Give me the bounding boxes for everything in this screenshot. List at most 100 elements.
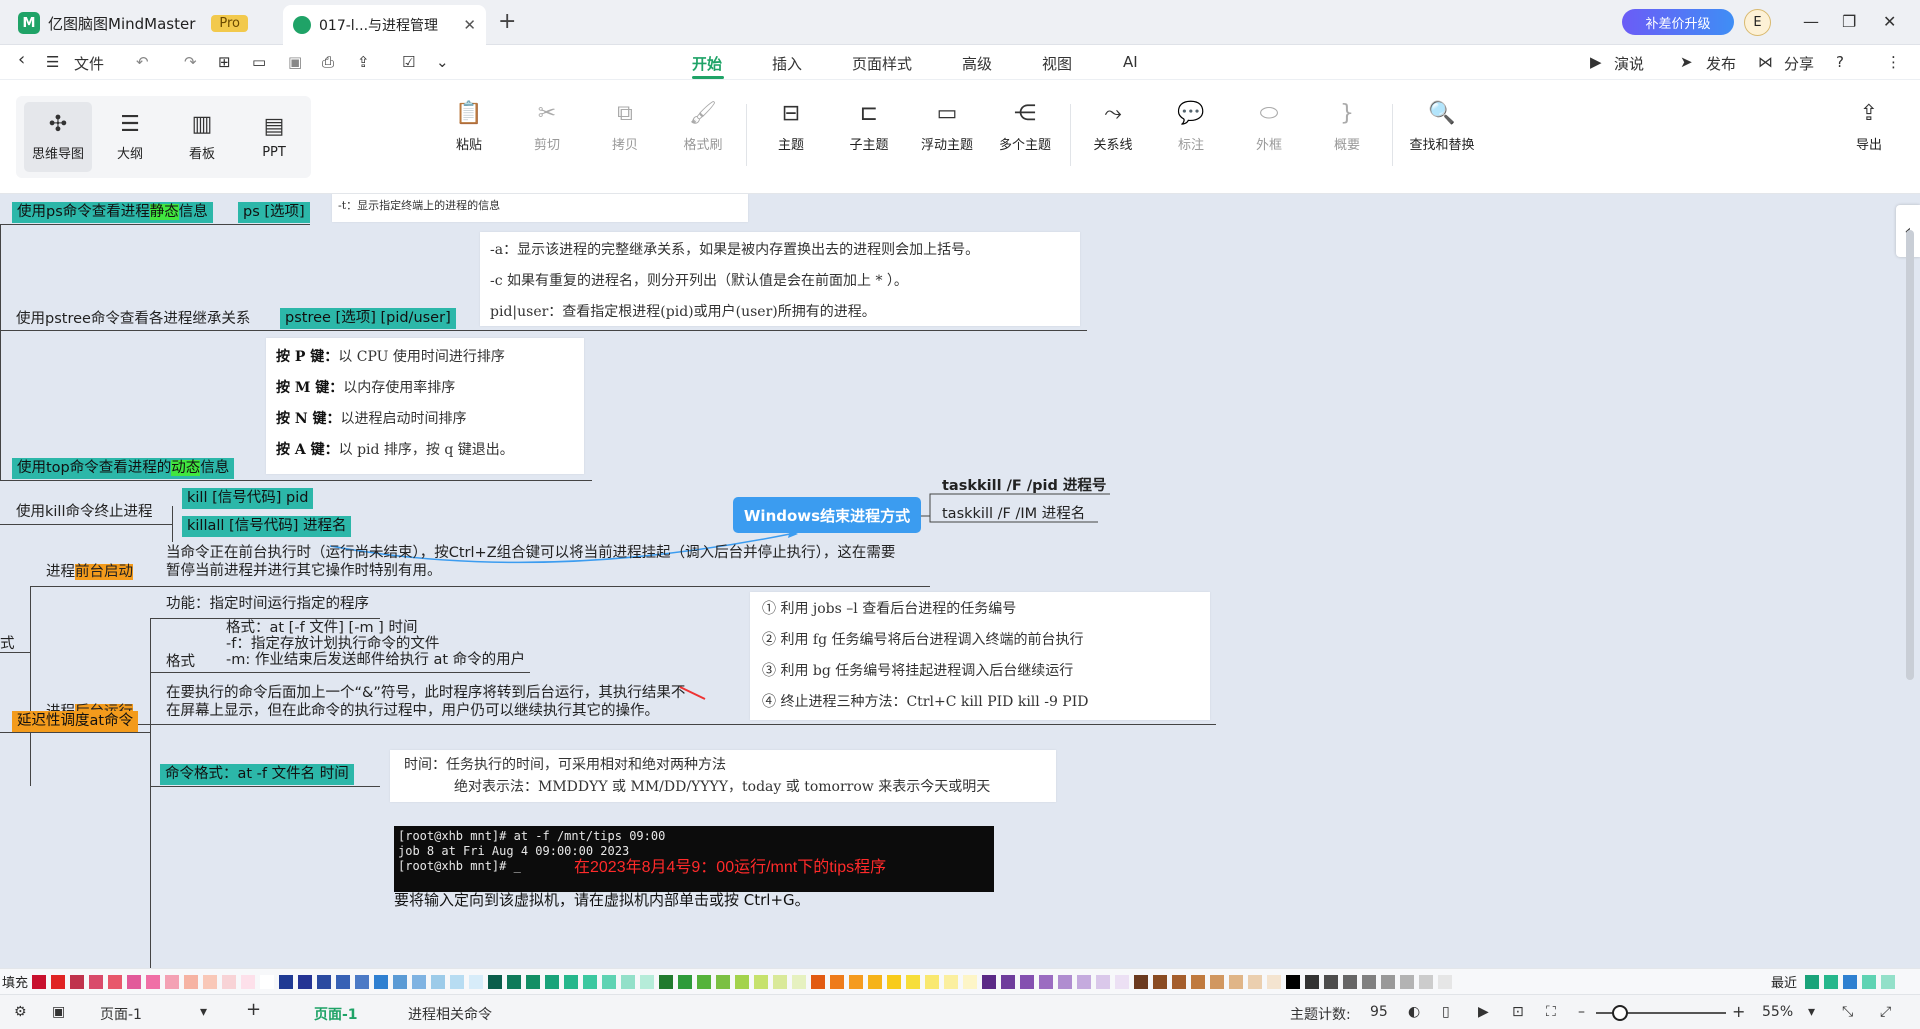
- boundary-button[interactable]: ⬭ 外框: [1224, 102, 1314, 154]
- color-swatch[interactable]: [678, 974, 693, 989]
- color-swatch[interactable]: [849, 974, 864, 989]
- more-menu-icon[interactable]: ⋮: [1886, 53, 1901, 71]
- new-tab-button[interactable]: +: [498, 9, 516, 34]
- color-swatch[interactable]: [1229, 974, 1244, 989]
- zoom-out-button[interactable]: –: [1578, 1004, 1585, 1020]
- copy-button[interactable]: ⧉ 拷贝: [580, 102, 670, 154]
- color-swatch[interactable]: [203, 974, 218, 989]
- color-swatch[interactable]: [1077, 974, 1092, 989]
- color-swatch[interactable]: [450, 974, 465, 989]
- save-icon[interactable]: ▣: [288, 53, 302, 71]
- taskkill-pid[interactable]: taskkill /F /pid 进程号: [942, 476, 1106, 496]
- color-swatch[interactable]: [773, 974, 788, 989]
- paste-button[interactable]: 📋 粘贴: [424, 102, 514, 154]
- view-outline[interactable]: ☰ 大纲: [96, 102, 164, 172]
- export-small-icon[interactable]: ⇪: [357, 53, 370, 71]
- color-swatch[interactable]: [393, 974, 408, 989]
- tab-advanced[interactable]: 高级: [962, 53, 992, 74]
- color-swatch[interactable]: [108, 974, 123, 989]
- color-swatch[interactable]: [925, 974, 940, 989]
- color-swatch[interactable]: [317, 974, 332, 989]
- document-tab[interactable]: 017-l...与进程管理 ✕: [283, 5, 486, 45]
- tab-view[interactable]: 视图: [1042, 53, 1072, 74]
- color-swatch[interactable]: [1381, 974, 1396, 989]
- color-swatch[interactable]: [1343, 974, 1358, 989]
- color-swatch[interactable]: [1153, 974, 1168, 989]
- color-swatch[interactable]: [260, 974, 275, 989]
- at-function[interactable]: 功能：指定时间运行指定的程序: [166, 594, 369, 614]
- view-ppt[interactable]: ▤ PPT: [240, 102, 308, 172]
- file-menu[interactable]: 文件: [74, 53, 104, 74]
- recent-color-swatch[interactable]: [1862, 974, 1876, 989]
- share-button[interactable]: 分享: [1784, 53, 1814, 74]
- foreground-desc[interactable]: 当命令正在前台执行时（运行尚未结束），按Ctrl+Z组合键可以将当前进程挂起（调…: [166, 544, 895, 580]
- at-format-lines[interactable]: 格式：at [-f 文件] [-m ] 时间 -f：指定存放计划执行命令的文件 …: [226, 620, 525, 668]
- fullscreen-exit-icon[interactable]: ⤢: [1880, 1004, 1891, 1020]
- color-swatch[interactable]: [735, 974, 750, 989]
- color-swatch[interactable]: [526, 974, 541, 989]
- color-swatch[interactable]: [982, 974, 997, 989]
- present-icon[interactable]: ▶: [1590, 53, 1602, 71]
- close-tab-icon[interactable]: ✕: [463, 16, 476, 34]
- color-swatch[interactable]: [621, 974, 636, 989]
- color-swatch[interactable]: [1096, 974, 1111, 989]
- new-file-icon[interactable]: ⊞: [218, 53, 231, 71]
- view-mindmap[interactable]: ✣ 思维导图: [24, 102, 92, 172]
- color-swatch[interactable]: [754, 974, 769, 989]
- color-swatch[interactable]: [1058, 974, 1073, 989]
- recent-color-swatch[interactable]: [1881, 974, 1895, 989]
- color-swatch[interactable]: [32, 974, 47, 989]
- help-icon[interactable]: ?: [1836, 53, 1844, 71]
- present-button[interactable]: 演说: [1614, 53, 1644, 74]
- color-swatch[interactable]: [336, 974, 351, 989]
- avatar[interactable]: E: [1744, 9, 1771, 36]
- at-topic[interactable]: 延迟性调度at命令: [12, 711, 139, 732]
- recent-color-swatch[interactable]: [1805, 974, 1819, 989]
- summary-button[interactable]: } 概要: [1302, 102, 1392, 154]
- background-desc[interactable]: 在要执行的命令后面加上一个“&”符号，此时程序将转到后台运行，其执行结果不 在屏幕…: [166, 684, 685, 720]
- page-tab-title[interactable]: 进程相关命令: [408, 1004, 492, 1024]
- back-icon[interactable]: ‹: [18, 49, 25, 70]
- color-swatch[interactable]: [1134, 974, 1149, 989]
- color-swatch[interactable]: [1039, 974, 1054, 989]
- zoom-level[interactable]: 55%: [1762, 1004, 1793, 1020]
- add-page-button[interactable]: +: [246, 999, 261, 1020]
- page-select[interactable]: 页面-1: [100, 1004, 142, 1024]
- check-icon[interactable]: ☑: [402, 53, 415, 71]
- mindmap-canvas[interactable]: 使用ps命令查看进程静态信息 ps [选项] -t：显示指定终端上的进程的信息 …: [0, 194, 1920, 968]
- color-swatch[interactable]: [545, 974, 560, 989]
- color-swatch[interactable]: [469, 974, 484, 989]
- color-swatch[interactable]: [868, 974, 883, 989]
- color-swatch[interactable]: [602, 974, 617, 989]
- recent-color-swatch[interactable]: [1843, 974, 1857, 989]
- color-swatch[interactable]: [127, 974, 142, 989]
- menu-icon[interactable]: ☰: [46, 53, 59, 71]
- publish-icon[interactable]: ➤: [1680, 53, 1693, 71]
- color-swatch[interactable]: [1191, 974, 1206, 989]
- relationship-button[interactable]: ⤳ 关系线: [1068, 102, 1158, 154]
- color-swatch[interactable]: [165, 974, 180, 989]
- theme-icon[interactable]: ◐: [1408, 1004, 1420, 1020]
- color-swatch[interactable]: [792, 974, 807, 989]
- left-stub-topic[interactable]: 式: [0, 634, 15, 654]
- windows-node[interactable]: Windows结束进程方式: [733, 497, 921, 533]
- export-button[interactable]: ⇪ 导出: [1824, 102, 1914, 154]
- restore-icon[interactable]: ❐: [1842, 12, 1856, 31]
- color-swatch[interactable]: [1210, 974, 1225, 989]
- open-folder-icon[interactable]: ▭: [252, 53, 266, 71]
- color-swatch[interactable]: [431, 974, 446, 989]
- color-swatch[interactable]: [1419, 974, 1434, 989]
- color-swatch[interactable]: [1248, 974, 1263, 989]
- tab-ai[interactable]: AI: [1123, 53, 1138, 71]
- vertical-scrollbar[interactable]: [1906, 230, 1914, 680]
- settings-icon[interactable]: ⚙: [14, 1004, 27, 1020]
- color-swatch[interactable]: [412, 974, 427, 989]
- color-swatch[interactable]: [488, 974, 503, 989]
- redo-icon[interactable]: ↷: [184, 53, 197, 71]
- foreground-topic[interactable]: 进程前台启动: [46, 562, 133, 582]
- jobs-note[interactable]: ① 利用 jobs –l 查看后台进程的任务编号 ② 利用 fg 任务编号将后台…: [750, 592, 1210, 720]
- tab-insert[interactable]: 插入: [772, 53, 802, 74]
- color-swatch[interactable]: [697, 974, 712, 989]
- color-swatch[interactable]: [51, 974, 66, 989]
- color-swatch[interactable]: [70, 974, 85, 989]
